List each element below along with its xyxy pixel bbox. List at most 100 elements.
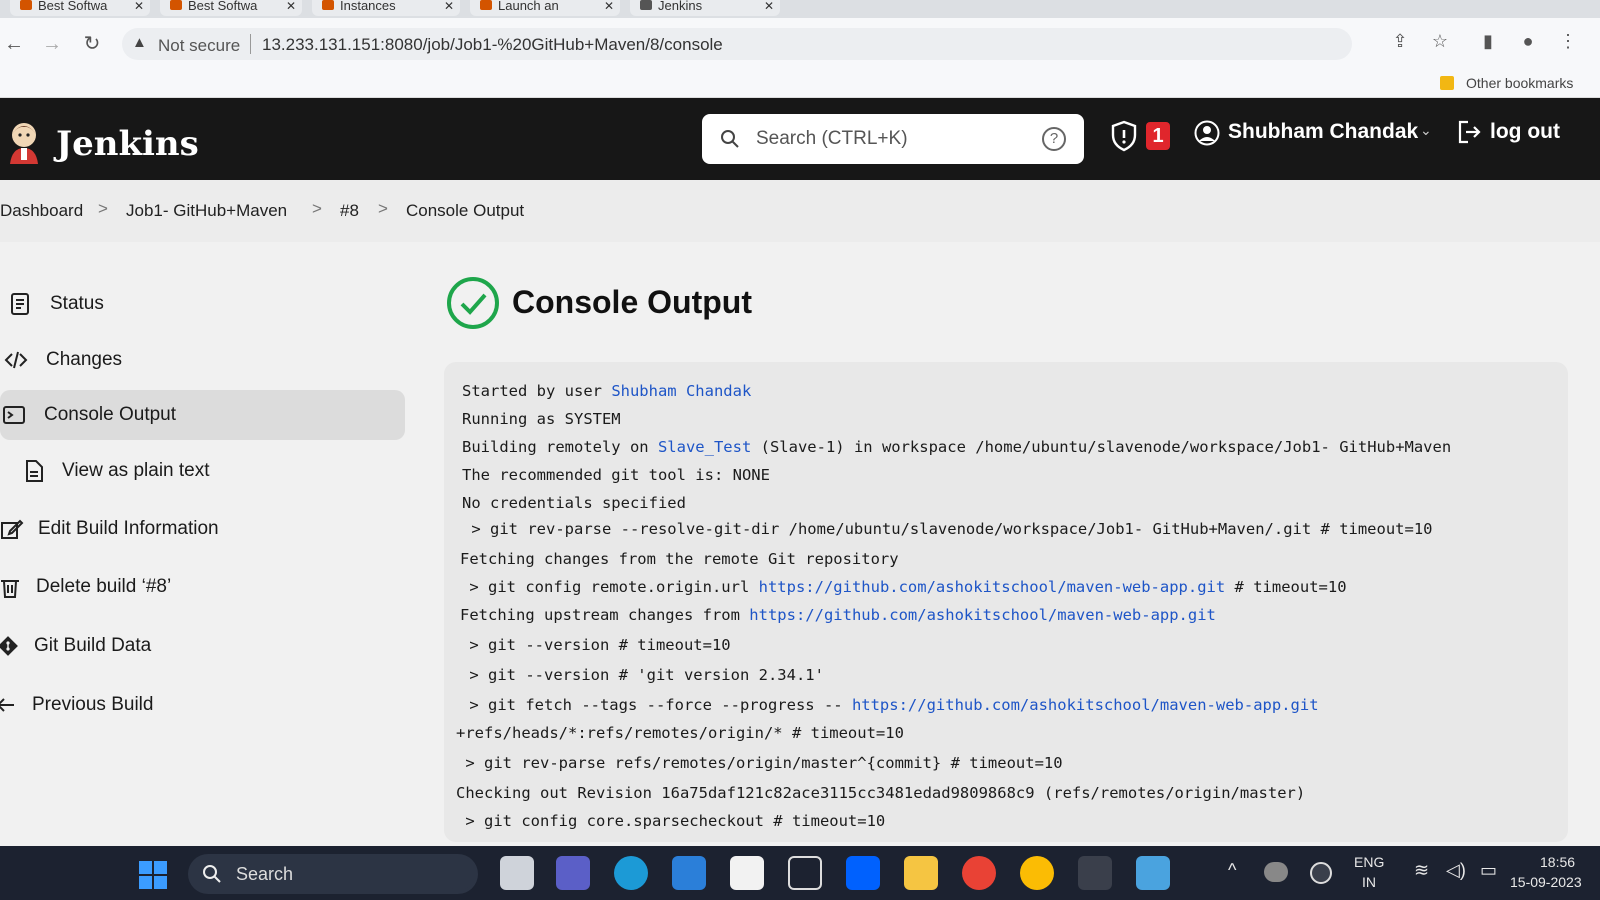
sidebar-item-console-output[interactable]: Console Output: [0, 390, 405, 440]
chevron-right-icon: >: [98, 199, 108, 218]
file-explorer-icon[interactable]: [904, 856, 938, 890]
back-icon[interactable]: ←: [2, 32, 26, 56]
console-link[interactable]: https://github.com/ashokitschool/maven-w…: [759, 578, 1226, 596]
console-line: Fetching changes from the remote Git rep…: [460, 550, 899, 568]
breadcrumb-dashboard[interactable]: Dashboard: [0, 201, 83, 221]
breadcrumb-build[interactable]: #8: [340, 201, 359, 221]
browser-tab[interactable]: Launch an ✕: [470, 0, 620, 16]
clock-date[interactable]: 15-09-2023: [1510, 874, 1582, 890]
favicon-icon: [170, 0, 182, 10]
kebab-menu-icon[interactable]: ⋮: [1556, 31, 1580, 55]
volume-icon[interactable]: ◁): [1446, 860, 1466, 881]
windows-start-icon[interactable]: [138, 860, 168, 890]
search-icon: [203, 865, 221, 883]
close-tab-icon[interactable]: ✕: [604, 0, 614, 12]
task-view-icon[interactable]: [500, 856, 534, 890]
sidepanel-icon[interactable]: ▮: [1476, 31, 1500, 55]
sidebar-item-previous-build[interactable]: Previous Build: [0, 680, 405, 730]
chevron-up-icon[interactable]: ^: [1228, 860, 1236, 881]
sidebar-item-plain-text[interactable]: View as plain text: [0, 446, 405, 496]
console-line: No credentials specified: [462, 494, 686, 512]
sidebar-item-label: Status: [50, 293, 104, 314]
notification-badge[interactable]: 1: [1146, 122, 1170, 150]
close-tab-icon[interactable]: ✕: [764, 0, 774, 12]
profile-icon[interactable]: ●: [1516, 31, 1540, 55]
console-link[interactable]: https://github.com/ashokitschool/maven-w…: [852, 696, 1319, 714]
favicon-icon: [640, 0, 652, 10]
sidebar-item-edit-build[interactable]: Edit Build Information: [0, 504, 405, 554]
edit-icon: [1, 519, 24, 539]
amazon-icon[interactable]: [730, 856, 764, 890]
browser-tab[interactable]: Best Softwa ✕: [160, 0, 302, 16]
forward-icon[interactable]: →: [40, 32, 64, 56]
git-icon: [0, 636, 18, 656]
console-link[interactable]: Shubham Chandak: [611, 382, 751, 400]
chrome-icon[interactable]: [962, 856, 996, 890]
sidebar-item-label: Changes: [46, 349, 123, 370]
onedrive-icon[interactable]: [1264, 862, 1288, 882]
browser-tab[interactable]: Best Softwa ✕: [10, 0, 150, 16]
close-tab-icon[interactable]: ✕: [444, 0, 454, 12]
share-icon[interactable]: ⇪: [1388, 31, 1412, 55]
vscode-icon[interactable]: [788, 856, 822, 890]
chrome-profile-icon[interactable]: [1020, 856, 1054, 890]
close-tab-icon[interactable]: ✕: [134, 0, 144, 12]
user-menu[interactable]: Shubham Chandak: [1228, 120, 1418, 144]
logout-link[interactable]: log out: [1490, 120, 1560, 144]
code-icon: [4, 351, 28, 369]
help-icon[interactable]: ?: [1042, 127, 1066, 151]
sidebar-item-delete-build[interactable]: Delete build ‘#8’: [0, 562, 405, 612]
jenkins-logo-icon[interactable]: [6, 120, 42, 164]
browser-tab[interactable]: Instances ✕: [312, 0, 460, 16]
notepad-icon[interactable]: [1136, 856, 1170, 890]
url-text[interactable]: 13.233.131.151:8080/job/Job1-%20GitHub+M…: [262, 35, 723, 55]
mail-icon[interactable]: [672, 856, 706, 890]
console-line: Fetching upstream changes from https://g…: [460, 606, 1216, 624]
security-shield-icon[interactable]: [1110, 120, 1138, 152]
bookmarks-bar: Other bookmarks: [0, 70, 1600, 98]
bing-icon[interactable]: [442, 856, 476, 890]
browser-tab-label: Jenkins: [658, 0, 703, 13]
sidebar-item-status[interactable]: Status: [0, 279, 405, 329]
reload-icon[interactable]: ↻: [80, 32, 104, 56]
chevron-down-icon[interactable]: ⌄: [1420, 122, 1432, 139]
console-text: # timeout=10: [1225, 578, 1347, 596]
console-text: > git fetch --tags --force --progress --: [460, 696, 852, 714]
search-box[interactable]: Search (CTRL+K) ?: [702, 114, 1084, 164]
snipping-tool-icon[interactable]: [1078, 856, 1112, 890]
address-bar[interactable]: ▲ Not secure 13.233.131.151:8080/job/Job…: [122, 28, 1352, 60]
sidebar-item-label: Edit Build Information: [38, 518, 219, 539]
warning-icon: ▲: [132, 34, 147, 51]
close-tab-icon[interactable]: ✕: [286, 0, 296, 12]
jenkins-brand[interactable]: Jenkins: [56, 124, 199, 164]
teams-icon[interactable]: [556, 856, 590, 890]
sidebar-item-changes[interactable]: Changes: [0, 335, 405, 385]
search-input[interactable]: Search (CTRL+K): [756, 128, 908, 150]
star-icon[interactable]: ☆: [1428, 31, 1452, 55]
console-link[interactable]: https://github.com/ashokitschool/maven-w…: [749, 606, 1216, 624]
region-indicator[interactable]: IN: [1362, 874, 1376, 890]
sidebar-item-git-build-data[interactable]: Git Build Data: [0, 621, 405, 671]
dropbox-icon[interactable]: [846, 856, 880, 890]
document-icon: [11, 293, 29, 315]
console-link[interactable]: Slave_Test: [658, 438, 751, 456]
browser-tab[interactable]: Jenkins ✕: [630, 0, 780, 16]
taskbar-search[interactable]: Search: [188, 854, 478, 894]
clock-time[interactable]: 18:56: [1540, 854, 1575, 870]
console-text: Started by user: [462, 382, 612, 400]
console-line: > git --version # 'git version 2.34.1': [460, 666, 824, 684]
security-label[interactable]: Not secure: [158, 36, 240, 56]
edge-icon[interactable]: [614, 856, 648, 890]
other-bookmarks[interactable]: Other bookmarks: [1466, 75, 1573, 91]
battery-icon[interactable]: ▭: [1480, 860, 1497, 881]
logout-icon[interactable]: [1456, 118, 1482, 146]
console-text: > git rev-parse refs/remotes/origin/mast…: [456, 754, 1063, 772]
breadcrumb-console-output[interactable]: Console Output: [406, 201, 524, 221]
console-output: Started by user Shubham Chandak Running a…: [444, 362, 1568, 842]
console-line: Building remotely on Slave_Test (Slave-1…: [462, 438, 1451, 456]
breadcrumb-job[interactable]: Job1- GitHub+Maven: [126, 201, 287, 221]
wifi-icon[interactable]: ≋: [1414, 860, 1429, 881]
language-indicator[interactable]: ENG: [1354, 854, 1384, 870]
sync-icon[interactable]: [1310, 862, 1332, 884]
text-file-icon: [26, 460, 43, 482]
